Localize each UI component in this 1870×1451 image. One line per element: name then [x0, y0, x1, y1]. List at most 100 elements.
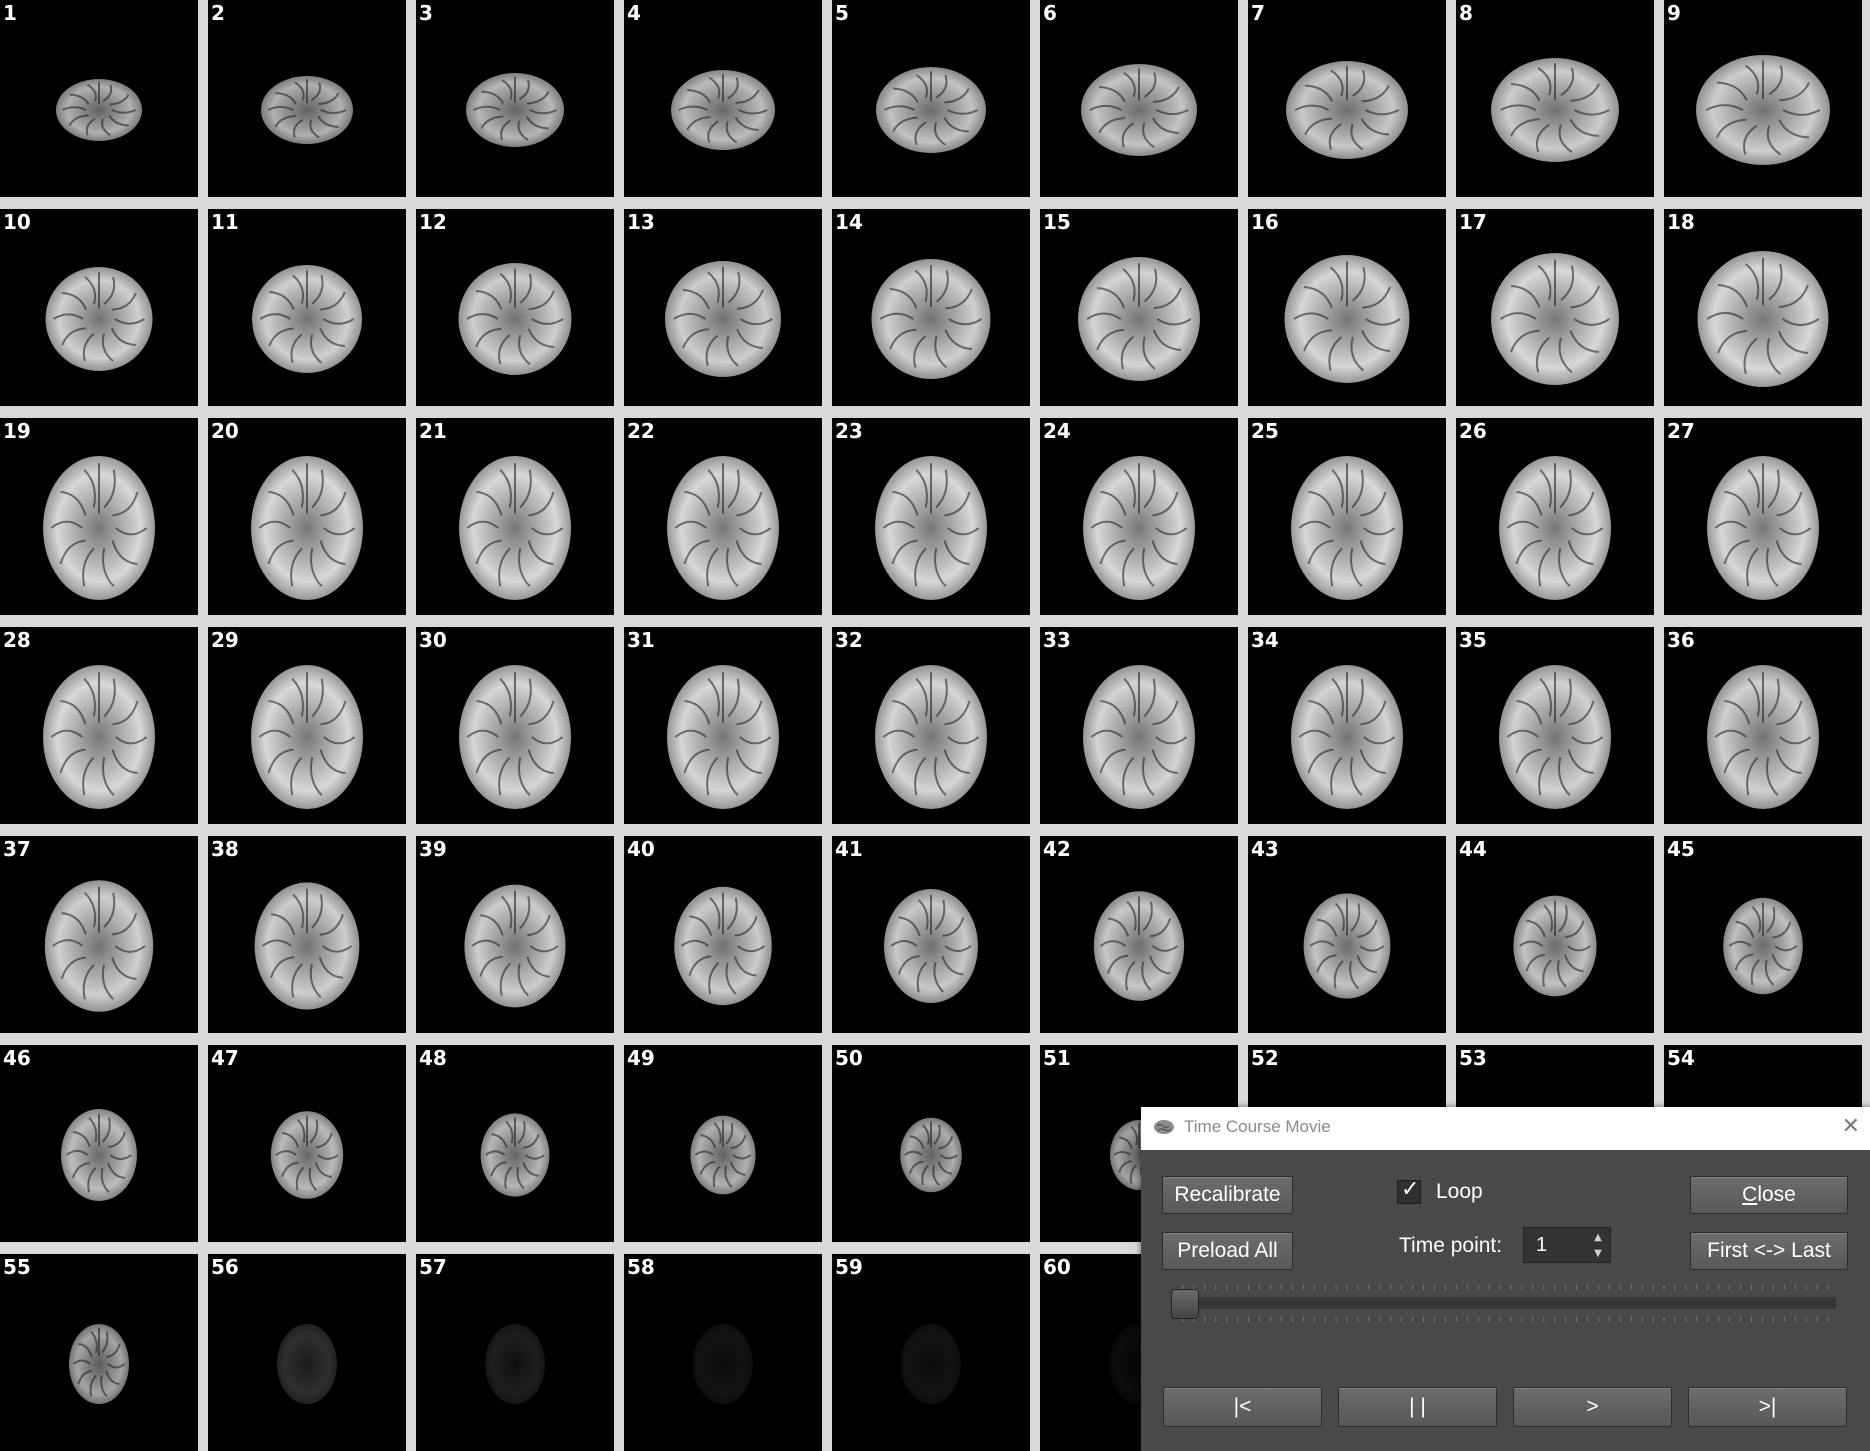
first-last-button[interactable]: First <-> Last: [1690, 1232, 1848, 1270]
slice-number: 12: [419, 210, 447, 234]
slice-tile[interactable]: 49: [624, 1045, 822, 1242]
last-frame-button[interactable]: >|: [1688, 1387, 1847, 1427]
time-course-movie-dialog: Time Course Movie ✕ Recalibrate Preload …: [1141, 1107, 1870, 1451]
slice-tile[interactable]: 33: [1040, 627, 1238, 824]
brain-slice-image: [1696, 55, 1830, 165]
play-button[interactable]: >: [1513, 1387, 1672, 1427]
recalibrate-button[interactable]: Recalibrate: [1162, 1176, 1293, 1214]
slice-tile[interactable]: 58: [624, 1254, 822, 1451]
slice-tile[interactable]: 40: [624, 836, 822, 1033]
slice-tile[interactable]: 13: [624, 209, 822, 406]
slice-tile[interactable]: 3: [416, 0, 614, 197]
close-icon[interactable]: ✕: [1842, 1115, 1860, 1139]
slice-tile[interactable]: 19: [0, 418, 198, 615]
slice-tile[interactable]: 32: [832, 627, 1030, 824]
slice-number: 18: [1667, 210, 1695, 234]
slice-tile[interactable]: 2: [208, 0, 406, 197]
slice-tile[interactable]: 21: [416, 418, 614, 615]
slice-tile[interactable]: 57: [416, 1254, 614, 1451]
brain-slice-image: [690, 1115, 756, 1195]
slice-tile[interactable]: 56: [208, 1254, 406, 1451]
slice-tile[interactable]: 34: [1248, 627, 1446, 824]
brain-slice-image: [667, 665, 779, 809]
brain-slice-image: [1291, 665, 1403, 809]
brain-slice-image: [480, 1113, 550, 1197]
slice-tile[interactable]: 14: [832, 209, 1030, 406]
slice-tile[interactable]: 24: [1040, 418, 1238, 615]
spin-up-icon[interactable]: ▲: [1589, 1230, 1607, 1245]
brain-slice-image: [261, 76, 353, 144]
slice-tile[interactable]: 16: [1248, 209, 1446, 406]
timepoint-input[interactable]: [1534, 1233, 1578, 1258]
slice-tile[interactable]: 12: [416, 209, 614, 406]
slice-tile[interactable]: 39: [416, 836, 614, 1033]
slice-tile[interactable]: 36: [1664, 627, 1862, 824]
slice-tile[interactable]: 38: [208, 836, 406, 1033]
slice-tile[interactable]: 15: [1040, 209, 1238, 406]
slice-tile[interactable]: 27: [1664, 418, 1862, 615]
slice-tile[interactable]: 5: [832, 0, 1030, 197]
slice-tile[interactable]: 26: [1456, 418, 1654, 615]
slice-tile[interactable]: 8: [1456, 0, 1654, 197]
slice-tile[interactable]: 20: [208, 418, 406, 615]
slice-tile[interactable]: 4: [624, 0, 822, 197]
slice-tile[interactable]: 23: [832, 418, 1030, 615]
slice-tile[interactable]: 29: [208, 627, 406, 824]
brain-slice-image: [1286, 61, 1408, 159]
preload-all-button[interactable]: Preload All: [1162, 1232, 1293, 1270]
slice-tile[interactable]: 10: [0, 209, 198, 406]
slice-tile[interactable]: 41: [832, 836, 1030, 1033]
slice-tile[interactable]: 35: [1456, 627, 1654, 824]
slice-number: 17: [1459, 210, 1487, 234]
slice-tile[interactable]: 44: [1456, 836, 1654, 1033]
slice-number: 5: [835, 1, 849, 25]
slider-track[interactable]: [1175, 1297, 1836, 1309]
brain-slice-image: [270, 1111, 344, 1199]
brain-slice-image: [69, 1324, 129, 1404]
timepoint-slider[interactable]: [1171, 1277, 1836, 1331]
pause-button[interactable]: | |: [1338, 1387, 1497, 1427]
brain-slice-image: [901, 1324, 961, 1404]
slice-tile[interactable]: 18: [1664, 209, 1862, 406]
dialog-titlebar[interactable]: Time Course Movie ✕: [1141, 1107, 1870, 1150]
brain-slice-image: [674, 886, 772, 1006]
slice-tile[interactable]: 31: [624, 627, 822, 824]
slice-tile[interactable]: 45: [1664, 836, 1862, 1033]
slice-tile[interactable]: 9: [1664, 0, 1862, 197]
brain-slice-image: [1499, 665, 1611, 809]
timepoint-spinbox[interactable]: ▲ ▼: [1523, 1227, 1611, 1263]
slice-tile[interactable]: 11: [208, 209, 406, 406]
slice-number: 50: [835, 1046, 863, 1070]
slice-tile[interactable]: 48: [416, 1045, 614, 1242]
slice-tile[interactable]: 55: [0, 1254, 198, 1451]
slice-tile[interactable]: 37: [0, 836, 198, 1033]
slice-number: 10: [3, 210, 31, 234]
slice-tile[interactable]: 28: [0, 627, 198, 824]
slice-tile[interactable]: 43: [1248, 836, 1446, 1033]
slice-number: 47: [211, 1046, 239, 1070]
slice-number: 37: [3, 837, 31, 861]
slice-tile[interactable]: 30: [416, 627, 614, 824]
first-frame-button[interactable]: |<: [1163, 1387, 1322, 1427]
slice-tile[interactable]: 1: [0, 0, 198, 197]
slice-tile[interactable]: 59: [832, 1254, 1030, 1451]
slice-tile[interactable]: 46: [0, 1045, 198, 1242]
slice-tile[interactable]: 17: [1456, 209, 1654, 406]
brain-slice-image: [1723, 897, 1803, 995]
slice-tile[interactable]: 50: [832, 1045, 1030, 1242]
slice-tile[interactable]: 42: [1040, 836, 1238, 1033]
slice-number: 48: [419, 1046, 447, 1070]
slice-tile[interactable]: 47: [208, 1045, 406, 1242]
slider-handle[interactable]: [1171, 1289, 1199, 1319]
slice-number: 9: [1667, 1, 1681, 25]
brain-slice-image: [871, 259, 991, 379]
spin-down-icon[interactable]: ▼: [1589, 1246, 1607, 1261]
slice-tile[interactable]: 22: [624, 418, 822, 615]
slice-number: 33: [1043, 628, 1071, 652]
close-button[interactable]: Close: [1690, 1176, 1848, 1214]
slice-tile[interactable]: 7: [1248, 0, 1446, 197]
loop-checkbox[interactable]: ✓: [1397, 1177, 1421, 1204]
slice-tile[interactable]: 25: [1248, 418, 1446, 615]
brain-slice-image: [1707, 456, 1819, 600]
slice-tile[interactable]: 6: [1040, 0, 1238, 197]
